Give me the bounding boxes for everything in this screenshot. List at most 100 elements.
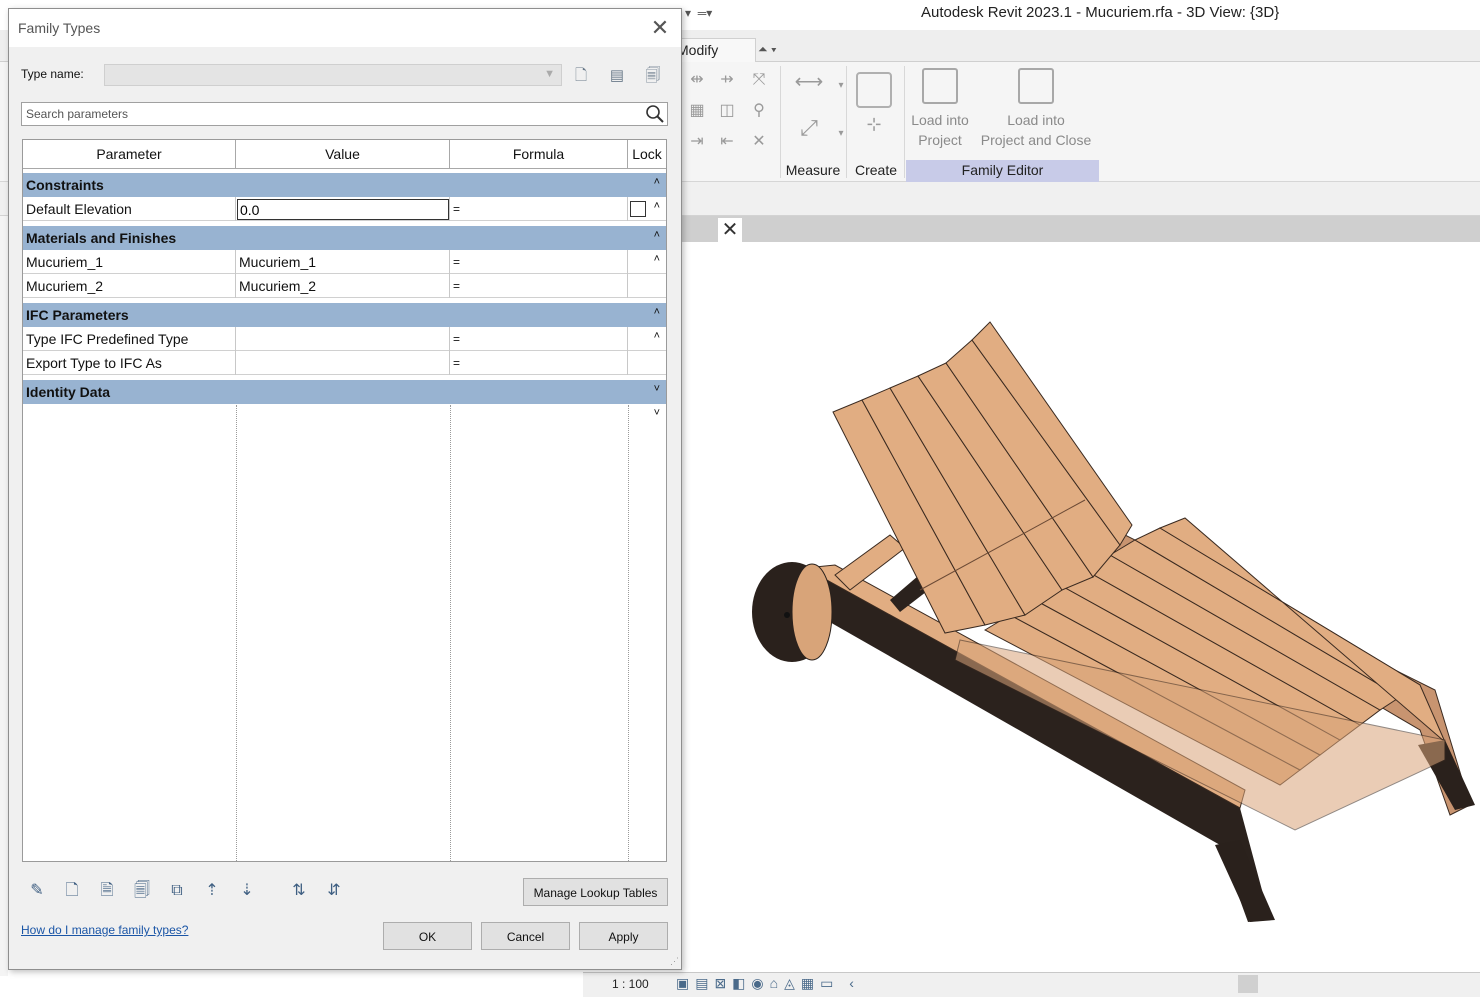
group-identity-data[interactable]: Identity Data ˅ ˅ xyxy=(23,380,666,419)
search-icon[interactable] xyxy=(643,103,667,125)
group-constraints[interactable]: Constraints ˄ ˄ xyxy=(23,173,666,212)
column-divider xyxy=(628,405,629,861)
group-materials-and-finishes[interactable]: Materials and Finishes ˄ ˄ xyxy=(23,226,666,265)
column-header-parameter[interactable]: Parameter xyxy=(23,140,236,169)
move-up-icon[interactable]: ⇡ xyxy=(200,879,224,903)
delete-type-icon[interactable]: 🗐 xyxy=(641,64,665,88)
parameter-formula[interactable]: = xyxy=(450,327,628,351)
create-similar-icon[interactable]: ⊹ xyxy=(856,114,892,150)
panel-label-create: Create xyxy=(854,162,898,178)
mirror-icon[interactable]: ⤧ xyxy=(748,70,770,90)
parameter-formula[interactable]: = xyxy=(450,197,628,221)
split-icon[interactable]: ⇤ xyxy=(716,132,738,152)
quick-access-toolbar[interactable]: ▾ ═▾ xyxy=(685,6,712,20)
align-icon[interactable]: ⇹ xyxy=(686,70,708,90)
parameter-value[interactable]: Mucuriem_2 xyxy=(236,274,450,298)
load-into-project-close-button[interactable]: Load into Project and Close xyxy=(976,68,1096,150)
type-name-label: Type name: xyxy=(21,67,84,81)
default-elevation-value-input[interactable] xyxy=(237,199,449,220)
view-scale[interactable]: 1 : 100 xyxy=(612,977,649,991)
view-tabbar xyxy=(682,216,1480,242)
trim-icon[interactable]: ⇥ xyxy=(686,132,708,152)
pin-icon[interactable]: ⚲ xyxy=(748,101,770,121)
horizontal-scrollbar-thumb[interactable] xyxy=(1238,975,1258,993)
rename-type-icon[interactable]: ▤ xyxy=(605,64,629,88)
parameter-formula[interactable]: = xyxy=(450,351,628,375)
measure-icon[interactable]: ⤢ xyxy=(788,117,830,139)
table-row: Mucuriem_2 Mucuriem_2 = xyxy=(23,274,666,298)
parameter-lock xyxy=(628,250,666,274)
chevron-down-icon: ▼ xyxy=(544,68,555,80)
search-input[interactable] xyxy=(22,103,640,125)
panel-separator xyxy=(904,66,905,178)
dropdown-icon[interactable]: ▾ xyxy=(830,76,852,96)
parameter-formula[interactable]: = xyxy=(450,250,628,274)
resize-grip-icon[interactable]: ⋰ xyxy=(670,956,679,967)
search-box xyxy=(21,102,668,126)
table-row: Export Type to IFC As = xyxy=(23,351,666,375)
dialog-titlebar: Family Types ✕ xyxy=(9,9,681,47)
panel-label-measure: Measure xyxy=(785,162,841,178)
aligned-dimension-icon[interactable]: ⟷ xyxy=(788,72,830,92)
help-link[interactable]: How do I manage family types? xyxy=(21,923,188,937)
tab-modify[interactable]: Modify xyxy=(676,38,756,62)
parameter-name: Type IFC Predefined Type xyxy=(23,327,236,351)
sort-ascending-icon[interactable]: ⇅ xyxy=(287,879,311,903)
type-name-select[interactable]: ▼ xyxy=(104,64,562,86)
delete-icon[interactable]: ✕ xyxy=(748,132,770,152)
parameter-name: Default Elevation xyxy=(23,197,236,221)
panel-label-family-editor: Family Editor xyxy=(906,160,1099,182)
ok-button[interactable]: OK xyxy=(383,922,472,950)
table-row: Default Elevation = xyxy=(23,197,666,221)
close-view-icon[interactable]: ✕ xyxy=(718,218,742,242)
parameter-formula[interactable]: = xyxy=(450,274,628,298)
load-into-project-icon xyxy=(922,68,958,104)
move-down-icon[interactable]: ⇣ xyxy=(235,879,259,903)
column-divider xyxy=(450,405,451,861)
new-type-icon[interactable]: 🗋 xyxy=(569,64,593,88)
delete-parameter-icon[interactable]: 🗎 xyxy=(95,879,119,903)
lock-checkbox[interactable] xyxy=(630,201,646,217)
dropdown-icon[interactable]: ▾ xyxy=(830,124,852,144)
parameter-lock xyxy=(628,274,666,298)
column-divider xyxy=(236,405,237,861)
table-row: Mucuriem_1 Mucuriem_1 = xyxy=(23,250,666,274)
sun-lounger-model xyxy=(752,321,1475,922)
table-row: Type IFC Predefined Type = xyxy=(23,327,666,351)
edit-parameter-icon[interactable]: ✎ xyxy=(25,879,49,903)
offset-icon[interactable]: ⇸ xyxy=(716,70,738,90)
copy-parameter-icon[interactable]: ⧉ xyxy=(165,879,189,903)
column-header-formula[interactable]: Formula xyxy=(450,140,628,169)
view-control-icons[interactable]: ▣▤⊠◧◉⌂◬▦▭ ‹ xyxy=(676,975,860,992)
sort-descending-icon[interactable]: ⇵ xyxy=(322,879,346,903)
expand-icon[interactable]: ˅ ˅ xyxy=(654,377,660,425)
parameter-value[interactable]: Mucuriem_1 xyxy=(236,250,450,274)
panel-separator xyxy=(846,66,847,178)
dialog-title: Family Types xyxy=(18,20,101,36)
manage-lookup-tables-button[interactable]: Manage Lookup Tables xyxy=(523,878,668,906)
new-parameter-icon[interactable]: 🗋 xyxy=(60,879,84,903)
column-header-value[interactable]: Value xyxy=(236,140,450,169)
shared-parameter-icon[interactable]: 🗐 xyxy=(130,879,154,903)
parameter-lock xyxy=(628,351,666,375)
parameter-value[interactable] xyxy=(236,351,450,375)
scale-icon[interactable]: ◫ xyxy=(716,101,738,121)
cancel-button[interactable]: Cancel xyxy=(481,922,570,950)
3d-viewport[interactable] xyxy=(682,242,1480,972)
close-icon[interactable]: ✕ xyxy=(647,15,673,41)
apply-button[interactable]: Apply xyxy=(579,922,668,950)
column-header-lock[interactable]: Lock xyxy=(628,140,666,169)
parameter-name: Export Type to IFC As xyxy=(23,351,236,375)
parameter-value[interactable] xyxy=(236,327,450,351)
load-into-project-button[interactable]: Load into Project xyxy=(906,68,974,150)
family-types-dialog: Family Types ✕ Type name: ▼ 🗋 ▤ 🗐 Parame… xyxy=(8,8,682,970)
group-ifc-parameters[interactable]: IFC Parameters ˄ ˄ xyxy=(23,303,666,342)
create-group-icon[interactable] xyxy=(856,72,892,108)
ribbon-switcher-icon[interactable]: ⏶ ▾ xyxy=(758,42,777,57)
load-into-project-close-icon xyxy=(1018,68,1054,104)
parameters-grid: Parameter Value Formula Lock Constraints… xyxy=(22,139,667,862)
parameter-name: Mucuriem_2 xyxy=(23,274,236,298)
parameter-lock xyxy=(628,327,666,351)
app-title: Autodesk Revit 2023.1 - Mucuriem.rfa - 3… xyxy=(921,4,1280,21)
array-icon[interactable]: ▦ xyxy=(686,101,708,121)
